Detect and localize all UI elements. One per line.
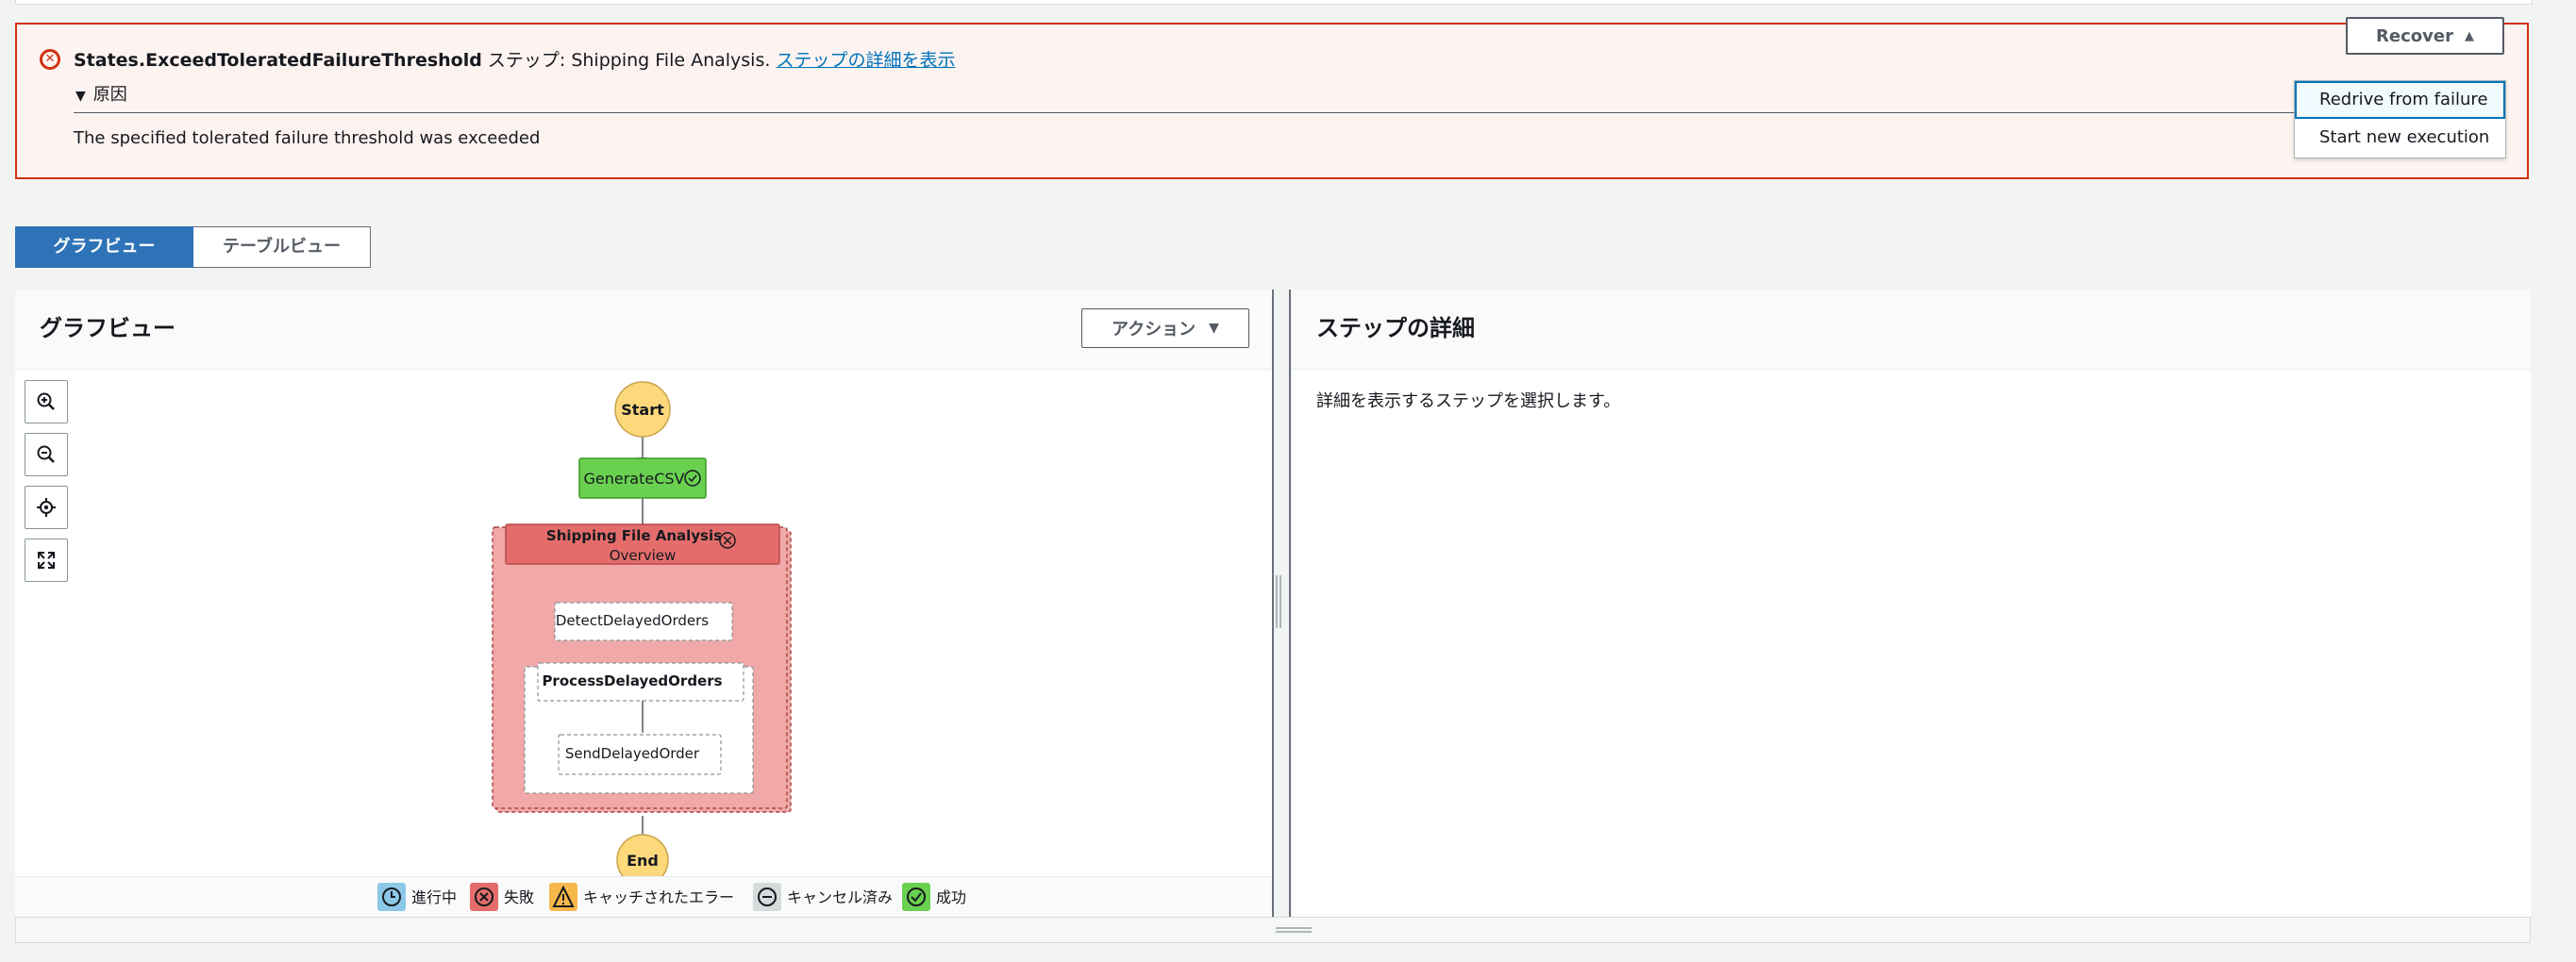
end-node[interactable]: End xyxy=(616,834,669,876)
actions-label: アクション xyxy=(1112,320,1196,340)
caret-up-icon: ▲ xyxy=(2464,28,2474,43)
alert-step-text: ステップ: Shipping File Analysis. xyxy=(481,50,777,71)
legend-cancelled: キャンセル済み xyxy=(753,883,893,911)
bottom-resize-bar xyxy=(15,917,2531,943)
end-label: End xyxy=(627,852,659,870)
graph-panel-title: グラフビュー xyxy=(40,315,176,341)
view-toggle: グラフビュー テーブルビュー xyxy=(15,226,371,268)
recover-label: Recover xyxy=(2376,25,2453,46)
generatecsv-label: GenerateCSV xyxy=(584,470,685,488)
alert-title: States.ExceedToleratedFailureThreshold ス… xyxy=(74,47,955,74)
step-details-header: ステップの詳細 xyxy=(1292,290,2531,370)
actions-button[interactable]: アクション ▼ xyxy=(1081,308,1249,348)
table-view-tab[interactable]: テーブルビュー xyxy=(193,226,371,268)
legend-succeeded-label: 成功 xyxy=(936,888,966,906)
panel-divider xyxy=(1289,290,1291,917)
vertical-resize-handle[interactable] xyxy=(1276,575,1281,628)
top-container-edge xyxy=(15,0,2533,5)
legend-failed: 失敗 xyxy=(470,883,534,911)
cause-label: 原因 xyxy=(92,85,127,105)
step-details-title: ステップの詳細 xyxy=(1316,315,1475,341)
cause-expander[interactable]: ▼ 原因 xyxy=(75,83,127,108)
state-machine-graph: Start GenerateCSV Shipping File Analysis… xyxy=(492,381,792,876)
graph-panel: グラフビュー アクション ▼ Start GenerateCSV Shippin… xyxy=(15,290,1274,918)
error-alert: ✕ States.ExceedToleratedFailureThreshold… xyxy=(15,23,2529,179)
legend-failed-label: 失敗 xyxy=(504,888,534,906)
process-label: ProcessDelayedOrders xyxy=(542,672,722,689)
graph-view-tab[interactable]: グラフビュー xyxy=(15,226,193,268)
status-legend: 進行中 失敗 キャッチされたエラー キャンセル済み 成功 xyxy=(15,876,1272,918)
error-circle-icon: ✕ xyxy=(40,49,60,70)
legend-in-progress-label: 進行中 xyxy=(411,888,457,906)
step-details-panel: ステップの詳細 詳細を表示するステップを選択します。 xyxy=(1292,290,2531,917)
map-title: Shipping File Analysis xyxy=(546,527,722,544)
horizontal-resize-handle[interactable] xyxy=(1276,927,1312,933)
graph-panel-header: グラフビュー アクション ▼ xyxy=(15,290,1272,370)
legend-succeeded: 成功 xyxy=(902,883,966,911)
legend-cancelled-label: キャンセル済み xyxy=(787,888,893,906)
menu-item-redrive[interactable]: Redrive from failure xyxy=(2295,81,2505,119)
senddelayedorder-node[interactable]: SendDelayedOrder xyxy=(558,734,722,775)
menu-item-start-new-execution[interactable]: Start new execution xyxy=(2295,119,2505,157)
send-label: SendDelayedOrder xyxy=(565,745,700,762)
legend-in-progress: 進行中 xyxy=(377,883,457,911)
legend-items: 進行中 失敗 キャッチされたエラー キャンセル済み 成功 xyxy=(377,883,966,911)
recover-button[interactable]: Recover ▲ xyxy=(2346,17,2504,55)
recover-menu: Redrive from failure Start new execution xyxy=(2294,80,2506,158)
cause-divider xyxy=(74,112,2310,113)
detect-label: DetectDelayedOrders xyxy=(556,612,709,629)
map-subtitle: Overview xyxy=(610,547,677,564)
start-label: Start xyxy=(621,401,664,419)
caret-down-icon: ▼ xyxy=(1209,321,1219,336)
generatecsv-node[interactable]: GenerateCSV xyxy=(578,457,707,499)
step-details-link[interactable]: ステップの詳細を表示 xyxy=(776,50,955,71)
error-code: States.ExceedToleratedFailureThreshold xyxy=(74,50,482,71)
detectdelayedorders-node[interactable]: DetectDelayedOrders xyxy=(554,602,733,641)
legend-caught-error: キャッチされたエラー xyxy=(549,883,734,911)
step-details-hint: 詳細を表示するステップを選択します。 xyxy=(1316,391,1621,411)
start-node[interactable]: Start xyxy=(614,381,671,438)
legend-caught-error-label: キャッチされたエラー xyxy=(583,888,734,906)
cause-text: The specified tolerated failure threshol… xyxy=(74,128,541,148)
caret-down-icon: ▼ xyxy=(75,89,86,104)
